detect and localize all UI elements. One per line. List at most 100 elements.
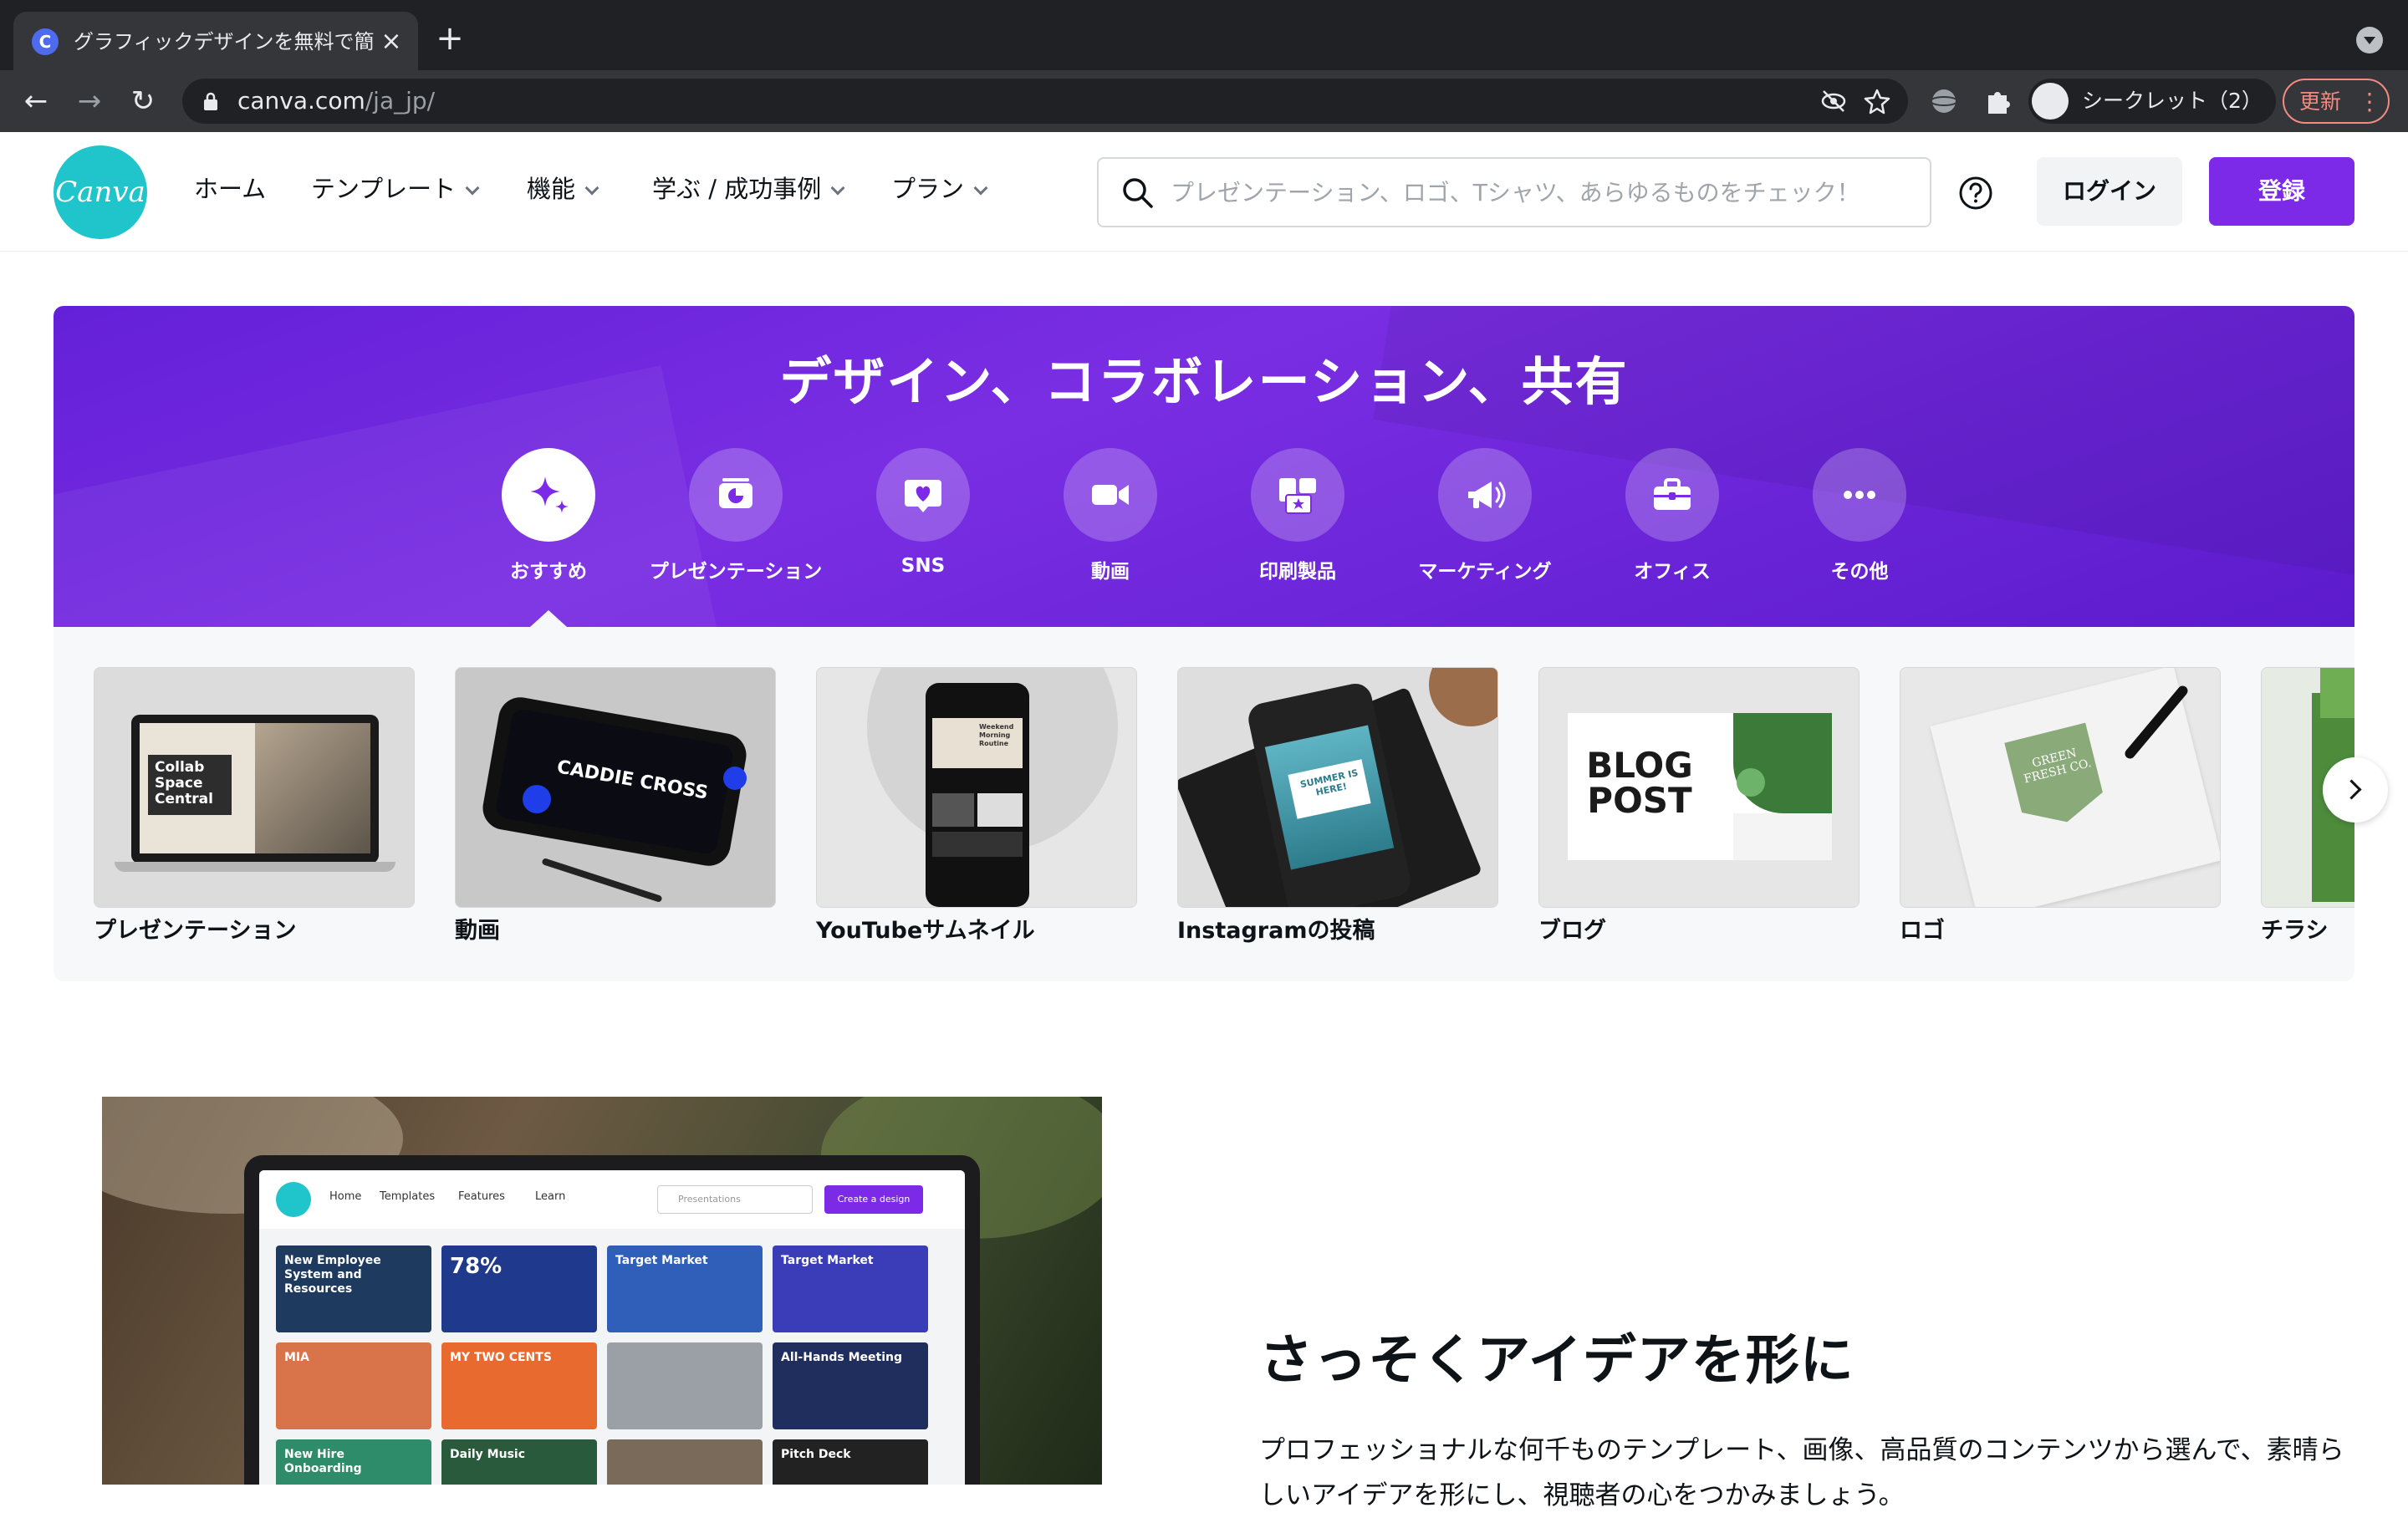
template-label: YouTubeサムネイル xyxy=(816,918,1035,944)
close-tab-icon[interactable]: × xyxy=(376,27,406,57)
template-thumbnail: CADDIE CROSS xyxy=(455,667,776,908)
template-card-youtube-thumbnail[interactable]: Weekend Morning Routine YouTubeサムネイル xyxy=(816,667,1137,960)
template-card-video[interactable]: CADDIE CROSS 動画 xyxy=(455,667,776,960)
mini-canva-nav: Home Templates Features Learn Presentati… xyxy=(259,1170,965,1229)
heart-chat-icon xyxy=(905,480,941,512)
template-label: ロゴ xyxy=(1900,918,1945,944)
category-label: マーケティング xyxy=(1418,561,1552,583)
help-icon[interactable] xyxy=(1958,176,1993,211)
nav-features[interactable]: 機能 xyxy=(527,171,599,207)
mini-template-tile: 78% xyxy=(441,1245,597,1332)
briefcase-icon xyxy=(1654,478,1691,510)
template-card-instagram-post[interactable]: SUMMER IS HERE! Instagramの投稿 xyxy=(1177,667,1498,960)
category-presentation[interactable]: プレゼンテーション xyxy=(642,448,829,590)
search-box[interactable] xyxy=(1097,157,1931,227)
category-label: 印刷製品 xyxy=(1259,561,1336,583)
category-label: オフィス xyxy=(1634,561,1711,583)
tab-title: グラフィックデザインを無料で簡単 xyxy=(74,30,375,53)
login-button[interactable]: ログイン xyxy=(2037,157,2182,226)
category-office[interactable]: オフィス xyxy=(1579,448,1766,590)
category-sns[interactable]: SNS xyxy=(829,448,1017,590)
laptop-mockup: Home Templates Features Learn Presentati… xyxy=(244,1155,980,1485)
category-icon-circle xyxy=(1813,448,1906,542)
template-label: 動画 xyxy=(455,918,500,944)
thumb-text: Collab Space Central xyxy=(155,759,213,807)
lock-icon xyxy=(204,92,217,110)
nav-features-label: 機能 xyxy=(527,175,576,203)
template-label: ブログ xyxy=(1538,918,1606,944)
back-icon[interactable]: ← xyxy=(17,82,55,120)
chevron-down-icon xyxy=(584,181,599,196)
nav-learn[interactable]: 学ぶ / 成功事例 xyxy=(652,171,845,207)
category-video[interactable]: 動画 xyxy=(1017,448,1204,590)
mini-template-tile: Target Market xyxy=(773,1245,928,1332)
forward-icon[interactable]: → xyxy=(70,82,109,120)
template-card-logo[interactable]: GREEN FRESH CO. ロゴ xyxy=(1900,667,2221,960)
update-button[interactable]: 更新 ⋮ xyxy=(2283,79,2390,124)
category-more[interactable]: その他 xyxy=(1766,448,1953,590)
template-thumbnail: SUMMER IS HERE! xyxy=(1177,667,1498,908)
template-thumbnail: Weekend Morning Routine xyxy=(816,667,1137,908)
category-recommended[interactable]: おすすめ xyxy=(455,448,642,590)
template-thumbnail: GREEN FRESH CO. xyxy=(1900,667,2221,908)
incognito-profile-button[interactable]: シークレット（2） xyxy=(2028,79,2276,124)
extension-globe-icon[interactable] xyxy=(1928,85,1960,117)
mini-template-tile: MIA xyxy=(276,1342,431,1429)
nav-templates[interactable]: テンプレート xyxy=(311,171,480,207)
template-card-presentation[interactable]: Collab Space Central プレゼンテーション xyxy=(94,667,415,960)
mini-template-tile: Daily Music xyxy=(441,1439,597,1485)
signup-button[interactable]: 登録 xyxy=(2209,157,2354,226)
browser-tab-bar: C グラフィックデザインを無料で簡単 × + xyxy=(0,0,2408,70)
presentation-icon xyxy=(719,478,752,508)
category-label: 動画 xyxy=(1091,561,1130,583)
mini-template-tile: New Employee System and Resources xyxy=(276,1245,431,1332)
megaphone-icon xyxy=(1468,481,1506,508)
thumb-text: Weekend Morning Routine xyxy=(979,723,1014,747)
sparkle-icon xyxy=(530,476,569,513)
category-icon-circle xyxy=(502,448,595,542)
browser-menu-icon[interactable]: ⋮ xyxy=(2358,87,2381,117)
template-thumbnail: BLOG POST xyxy=(1538,667,1860,908)
mini-template-tile: Target Market xyxy=(607,1245,763,1332)
address-bar[interactable]: canva.com/ja_jp/ xyxy=(182,79,1908,124)
tab-search-icon[interactable] xyxy=(2356,27,2383,53)
reload-icon[interactable]: ↻ xyxy=(124,82,162,120)
mini-template-tile: MY TWO CENTS xyxy=(441,1342,597,1429)
template-label: チラシ xyxy=(2261,918,2329,944)
feature-image: Home Templates Features Learn Presentati… xyxy=(102,1097,1102,1485)
nav-learn-label: 学ぶ / 成功事例 xyxy=(652,175,822,203)
template-card-blog[interactable]: BLOG POST ブログ xyxy=(1538,667,1860,960)
mini-template-tile: All-Hands Meeting xyxy=(773,1342,928,1429)
mini-create-button: Create a design xyxy=(824,1185,923,1214)
category-marketing[interactable]: マーケティング xyxy=(1391,448,1579,590)
extensions-puzzle-icon[interactable] xyxy=(1982,85,2013,117)
search-icon xyxy=(1123,178,1153,208)
carousel-next-icon[interactable] xyxy=(2323,757,2388,823)
canva-logo[interactable]: Canva xyxy=(54,145,147,239)
search-input[interactable] xyxy=(1171,171,1906,214)
category-icon-circle xyxy=(1438,448,1532,542)
laptop-screen: Home Templates Features Learn Presentati… xyxy=(259,1170,965,1485)
browser-tab[interactable]: C グラフィックデザインを無料で簡単 × xyxy=(13,12,418,70)
mini-search: Presentations xyxy=(657,1185,813,1214)
category-label: プレゼンテーション xyxy=(649,561,823,583)
url-text: canva.com/ja_jp/ xyxy=(237,87,436,115)
section-body: プロフェッショナルな何千ものテンプレート、画像、高品質のコンテンツから選んで、素… xyxy=(1259,1435,2344,1510)
category-icon-circle xyxy=(1251,448,1344,542)
new-tab-icon[interactable]: + xyxy=(433,22,467,55)
nav-home-label: ホーム xyxy=(194,175,267,203)
bookmark-star-icon[interactable] xyxy=(1863,87,1891,115)
nav-plans[interactable]: プラン xyxy=(891,171,988,207)
section-title: さっそくアイデアを形に xyxy=(1259,1330,1854,1392)
incognito-icon xyxy=(2032,83,2069,120)
tracking-protection-icon[interactable] xyxy=(1819,87,1848,115)
category-icon-circle xyxy=(1064,448,1157,542)
active-category-pointer xyxy=(530,610,567,627)
template-label: プレゼンテーション xyxy=(94,918,297,944)
chevron-down-icon xyxy=(465,181,480,196)
mini-nav-item: Templates xyxy=(380,1190,436,1203)
hero-title: デザイン、コラボレーション、共有 xyxy=(779,351,1629,412)
nav-home[interactable]: ホーム xyxy=(194,171,266,207)
category-print[interactable]: 印刷製品 xyxy=(1204,448,1391,590)
mini-template-tile xyxy=(607,1342,763,1429)
